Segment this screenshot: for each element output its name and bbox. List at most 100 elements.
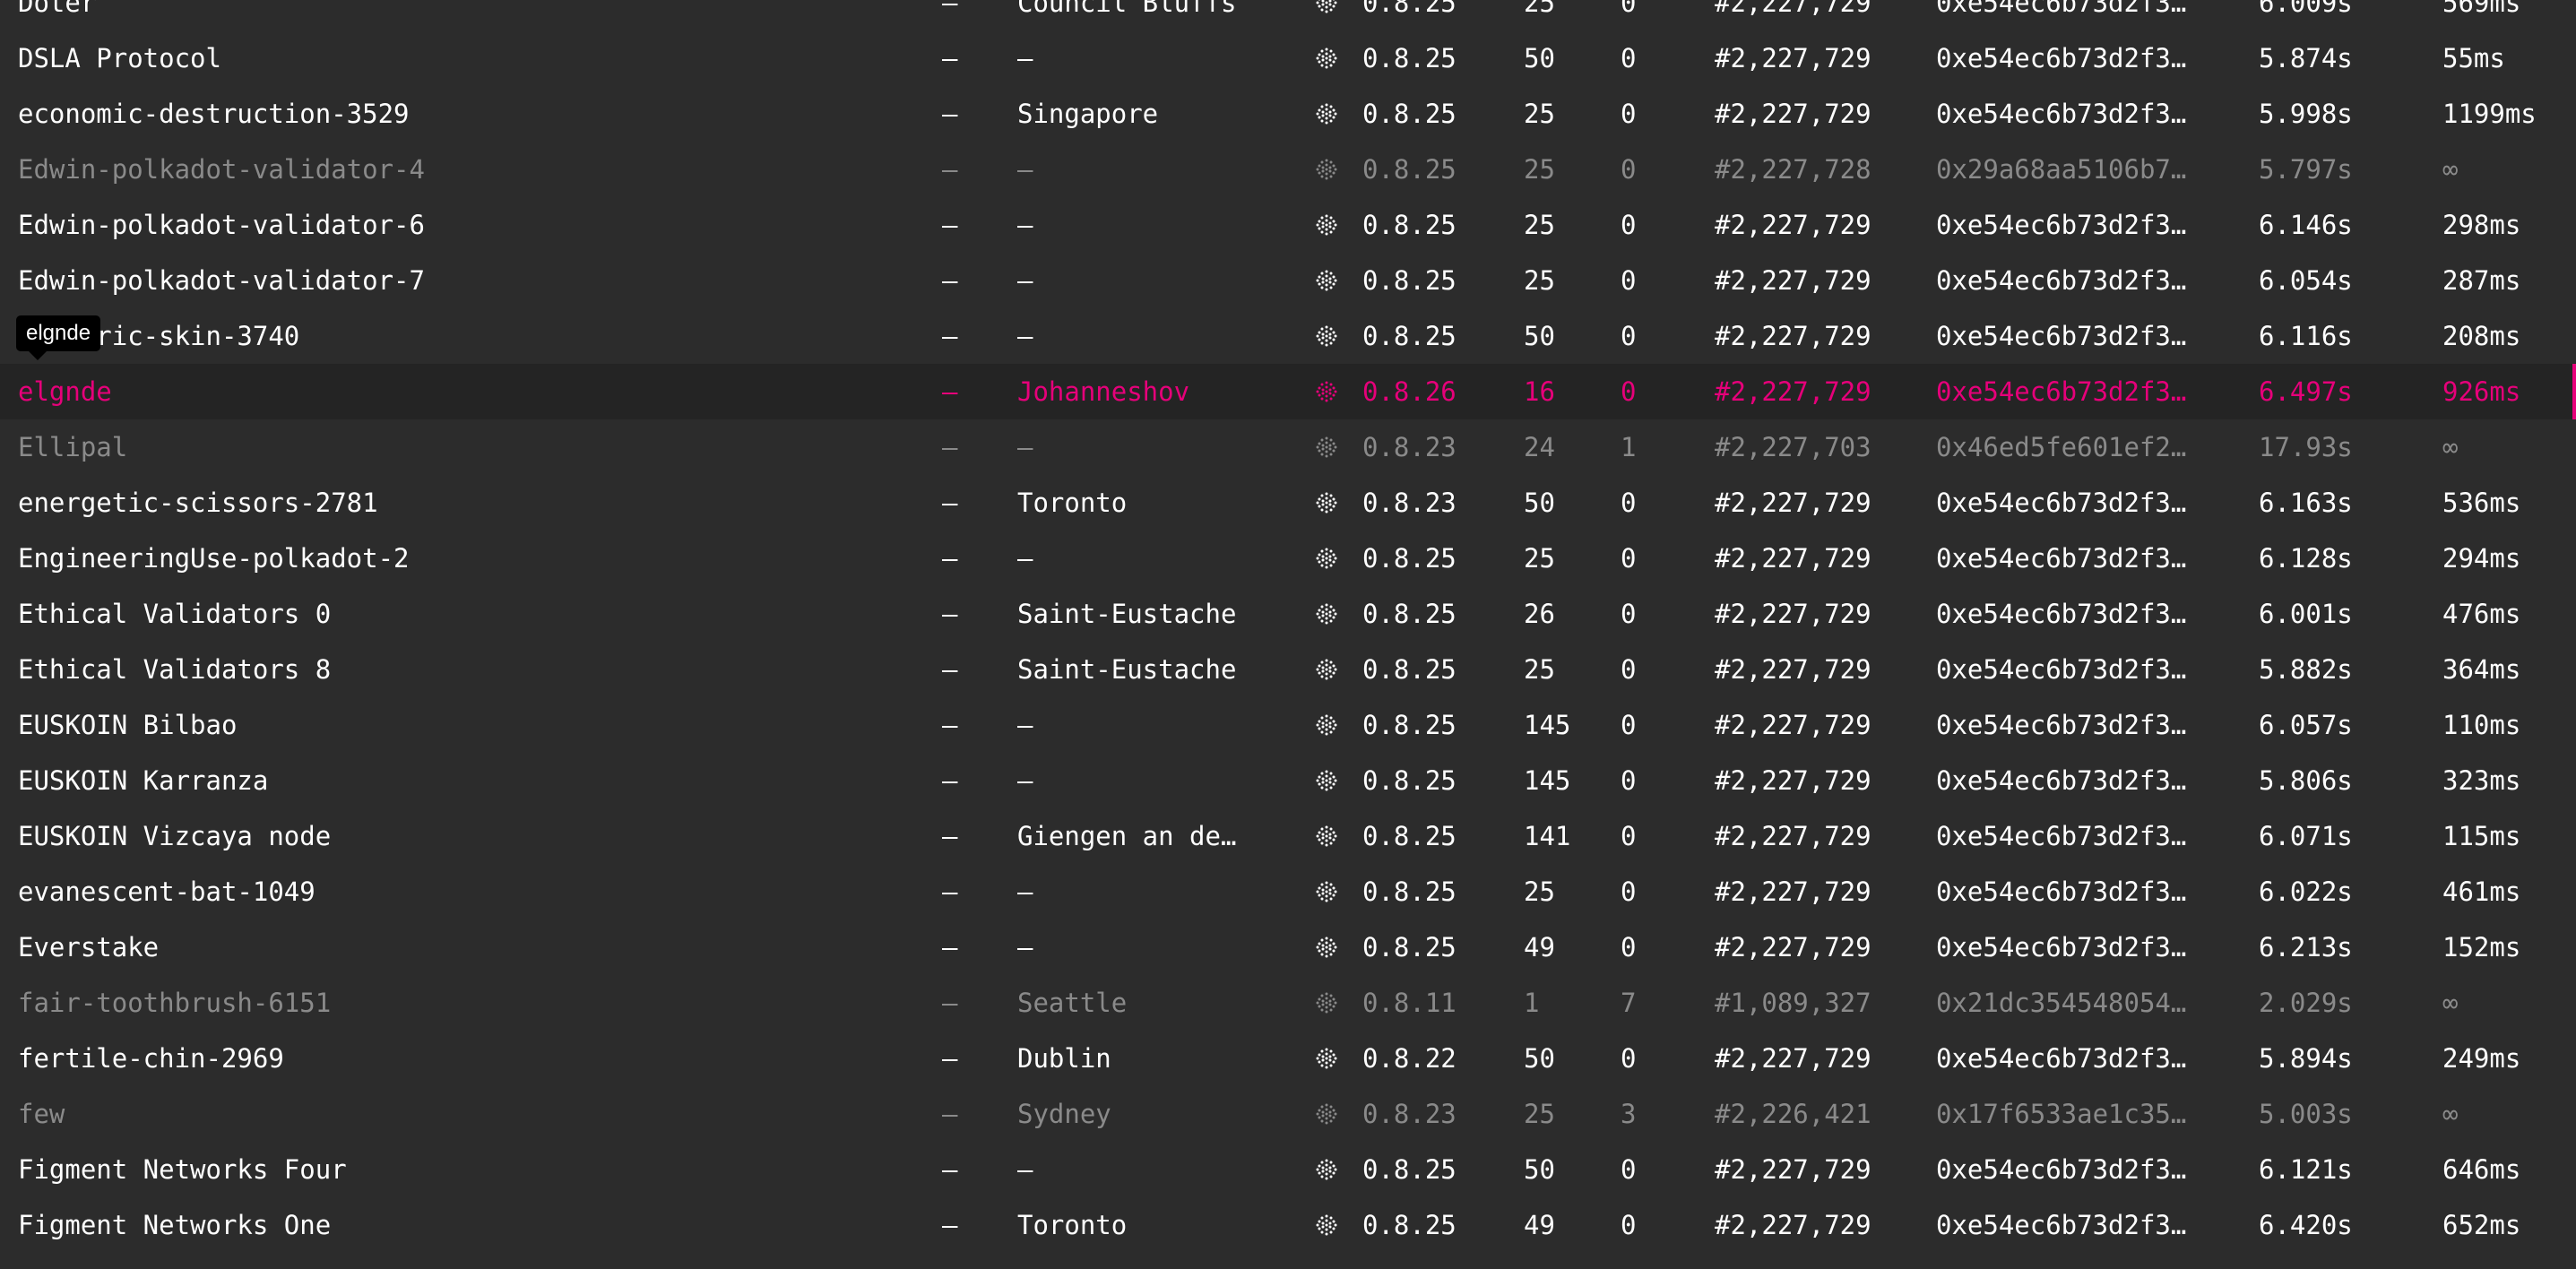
node-block-time: 6.163s [2259,488,2353,518]
node-block-hash: 0xe54ec6b73d2f3… [1936,488,2187,518]
node-version: 0.8.11 [1362,988,1457,1018]
node-name: Ethical Validators 0 [18,599,332,629]
node-icon [1315,142,1345,197]
node-block-time: 6.128s [2259,543,2353,574]
node-block-hash: 0xe54ec6b73d2f3… [1936,1043,2187,1074]
node-propagation-latency: 110ms [2442,710,2521,740]
node-block-hash: 0xe54ec6b73d2f3… [1936,710,2187,740]
node-block-time: 5.806s [2259,765,2353,796]
node-implementation: – [942,1099,958,1129]
node-row[interactable]: energetic-scissors-2781 – Toronto 0.8.23… [0,475,2576,531]
node-peers: 50 [1524,488,1555,518]
node-icon [1315,919,1345,975]
node-block-number: #2,227,729 [1715,321,1871,351]
node-block-time: 5.998s [2259,99,2353,129]
node-propagation-latency: 208ms [2442,321,2521,351]
node-name: EUSKOIN Vizcaya node [18,821,332,851]
node-location: Toronto [1017,1210,1128,1240]
node-pending-txs: 0 [1621,543,1637,574]
node-propagation-latency: 926ms [2442,376,2521,407]
node-location: Giengen an de… [1017,821,1237,851]
node-row[interactable]: fair-toothbrush-6151 – Seattle 0.8.11 1 … [0,975,2576,1031]
node-location: – [1017,876,1033,907]
node-propagation-latency: ∞ [2442,432,2459,462]
node-block-number: #2,227,729 [1715,821,1871,851]
node-location: Johanneshov [1017,376,1190,407]
node-location: – [1017,710,1033,740]
node-block-time: 6.420s [2259,1210,2353,1240]
node-icon [1315,808,1345,864]
node-row[interactable]: evanescent-bat-1049 – – 0.8.25 25 0 #2,2… [0,864,2576,919]
node-icon [1315,1142,1345,1197]
node-pending-txs: 0 [1621,876,1637,907]
node-implementation: – [942,932,958,963]
node-peers: 25 [1524,0,1555,18]
node-row[interactable]: Figment Networks Four – – 0.8.25 50 0 #2… [0,1142,2576,1197]
node-name: Edwin-polkadot-validator-7 [18,265,425,296]
node-propagation-latency: 569ms [2442,0,2521,18]
node-row[interactable]: EUSKOIN Bilbao – – 0.8.25 145 0 #2,227,7… [0,697,2576,753]
node-row[interactable]: electric-skin-3740 – – 0.8.25 50 0 #2,22… [0,308,2576,364]
node-implementation: – [942,765,958,796]
node-row[interactable]: DSLA Protocol – – 0.8.25 50 0 #2,227,729… [0,30,2576,86]
node-row[interactable]: Edwin-polkadot-validator-4 – – 0.8.25 25… [0,142,2576,197]
node-row[interactable]: elgnde – Johanneshov 0.8.26 16 0 #2,227,… [0,364,2576,419]
node-block-time: 5.882s [2259,654,2353,685]
node-implementation: – [942,1043,958,1074]
node-version: 0.8.25 [1362,765,1457,796]
node-version: 0.8.23 [1362,1099,1457,1129]
node-row[interactable]: Doter – Council Bluffs 0.8.25 25 0 #2,22… [0,0,2576,30]
node-row[interactable]: Figment Networks One – Toronto 0.8.25 49… [0,1197,2576,1253]
node-implementation: – [942,210,958,240]
node-location: – [1017,265,1033,296]
node-peers: 25 [1524,543,1555,574]
node-peers: 25 [1524,876,1555,907]
node-icon [1315,753,1345,808]
node-block-number: #2,227,729 [1715,1154,1871,1185]
node-pending-txs: 0 [1621,599,1637,629]
node-row[interactable]: EngineeringUse-polkadot-2 – – 0.8.25 25 … [0,531,2576,586]
node-pending-txs: 0 [1621,265,1637,296]
node-peers: 1 [1524,988,1540,1018]
node-block-time: 5.894s [2259,1043,2353,1074]
node-propagation-latency: 646ms [2442,1154,2521,1185]
node-row[interactable]: economic-destruction-3529 – Singapore 0.… [0,86,2576,142]
node-icon [1315,642,1345,697]
node-location: Singapore [1017,99,1159,129]
node-pending-txs: 1 [1621,432,1637,462]
node-pending-txs: 0 [1621,710,1637,740]
node-icon [1315,975,1345,1031]
node-block-number: #2,227,729 [1715,765,1871,796]
node-peers: 16 [1524,376,1555,407]
node-block-number: #2,227,729 [1715,599,1871,629]
node-row[interactable]: EUSKOIN Vizcaya node – Giengen an de… 0.… [0,808,2576,864]
node-propagation-latency: 323ms [2442,765,2521,796]
node-row[interactable]: few – Sydney 0.8.23 25 3 #2,226,421 0x17… [0,1086,2576,1142]
node-block-time: 6.121s [2259,1154,2353,1185]
node-location: Sydney [1017,1099,1111,1129]
node-version: 0.8.25 [1362,210,1457,240]
node-block-time: 6.009s [2259,0,2353,18]
node-pending-txs: 0 [1621,376,1637,407]
node-name: EngineeringUse-polkadot-2 [18,543,410,574]
node-row[interactable]: Ethical Validators 0 – Saint-Eustache 0.… [0,586,2576,642]
node-propagation-latency: 461ms [2442,876,2521,907]
node-block-time: 6.054s [2259,265,2353,296]
node-version: 0.8.25 [1362,154,1457,185]
node-location: – [1017,43,1033,73]
node-icon [1315,197,1345,253]
node-location: Seattle [1017,988,1128,1018]
node-propagation-latency: 55ms [2442,43,2505,73]
node-row[interactable]: Ellipal – – 0.8.23 24 1 #2,227,703 0x46e… [0,419,2576,475]
node-pending-txs: 0 [1621,1154,1637,1185]
node-block-hash: 0xe54ec6b73d2f3… [1936,0,2187,18]
node-row[interactable]: Ethical Validators 8 – Saint-Eustache 0.… [0,642,2576,697]
node-row[interactable]: EUSKOIN Karranza – – 0.8.25 145 0 #2,227… [0,753,2576,808]
node-propagation-latency: 364ms [2442,654,2521,685]
node-row[interactable]: Edwin-polkadot-validator-6 – – 0.8.25 25… [0,197,2576,253]
node-row[interactable]: Everstake – – 0.8.25 49 0 #2,227,729 0xe… [0,919,2576,975]
node-implementation: – [942,710,958,740]
node-row[interactable]: fertile-chin-2969 – Dublin 0.8.22 50 0 #… [0,1031,2576,1086]
node-name: evanescent-bat-1049 [18,876,316,907]
node-row[interactable]: Edwin-polkadot-validator-7 – – 0.8.25 25… [0,253,2576,308]
